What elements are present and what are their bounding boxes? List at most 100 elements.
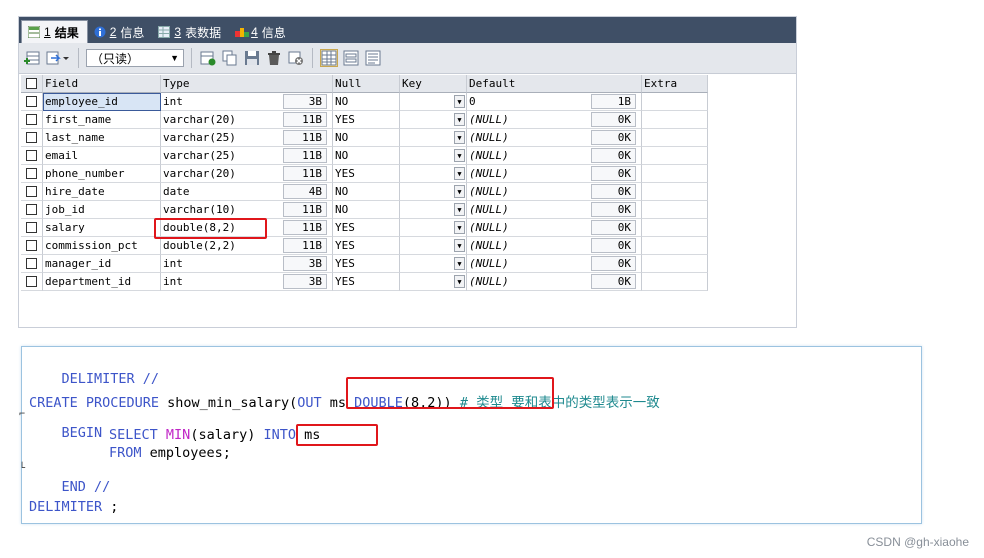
key-dropdown-icon[interactable]: ▼ — [454, 257, 465, 270]
cell-field[interactable]: hire_date — [43, 183, 161, 201]
export-menu-icon[interactable] — [45, 49, 71, 67]
add-row-icon[interactable] — [23, 49, 41, 67]
cell-type[interactable]: varchar(20) 11B — [161, 111, 333, 129]
cell-default[interactable]: ▼(NULL)0K — [467, 129, 642, 147]
cell-field[interactable]: last_name — [43, 129, 161, 147]
tab-table-data[interactable]: 3 表数据 — [152, 21, 229, 43]
cell-type[interactable]: int 3B — [161, 273, 333, 291]
cell-extra[interactable] — [642, 237, 708, 255]
cell-extra[interactable] — [642, 165, 708, 183]
tab-results[interactable]: 1 结果 — [21, 20, 88, 43]
cell-key[interactable]: ▼ — [400, 219, 467, 237]
cell-default[interactable]: ▼(NULL)0K — [467, 111, 642, 129]
cell-field[interactable]: commission_pct — [43, 237, 161, 255]
column-header-key[interactable]: Key — [400, 75, 467, 93]
cell-type[interactable]: double(2,2) 11B — [161, 237, 333, 255]
cell-field[interactable]: department_id — [43, 273, 161, 291]
cell-type[interactable]: varchar(25) 11B — [161, 129, 333, 147]
cell-null[interactable]: NO — [333, 201, 400, 219]
insert-row-icon[interactable] — [199, 49, 217, 67]
table-row[interactable]: manager_idint3BYES ▼▼(NULL)0K — [21, 255, 708, 273]
row-checkbox[interactable] — [21, 255, 43, 273]
cell-null[interactable]: NO — [333, 147, 400, 165]
key-dropdown-icon[interactable]: ▼ — [454, 113, 465, 126]
cell-null[interactable]: YES — [333, 219, 400, 237]
cell-default[interactable]: ▼(NULL)0K — [467, 219, 642, 237]
cell-type[interactable]: int 3B — [161, 93, 333, 111]
cell-field[interactable]: manager_id — [43, 255, 161, 273]
key-dropdown-icon[interactable]: ▼ — [454, 221, 465, 234]
cell-key[interactable]: ▼ — [400, 129, 467, 147]
table-row[interactable]: commission_pctdouble(2,2)11BYES ▼▼(NULL)0… — [21, 237, 708, 255]
cell-null[interactable]: NO — [333, 129, 400, 147]
row-checkbox[interactable] — [21, 165, 43, 183]
cell-field[interactable]: employee_id — [43, 93, 161, 111]
cell-null[interactable]: YES — [333, 237, 400, 255]
row-checkbox[interactable] — [21, 273, 43, 291]
key-dropdown-icon[interactable]: ▼ — [454, 239, 465, 252]
cell-type[interactable]: int 3B — [161, 255, 333, 273]
cell-null[interactable]: YES — [333, 255, 400, 273]
column-header-type[interactable]: Type — [161, 75, 333, 93]
cell-default[interactable]: ▼01B — [467, 93, 642, 111]
cell-default[interactable]: ▼(NULL)0K — [467, 255, 642, 273]
cell-type[interactable]: varchar(20) 11B — [161, 165, 333, 183]
row-checkbox[interactable] — [21, 219, 43, 237]
save-icon[interactable] — [243, 49, 261, 67]
cell-field[interactable]: salary — [43, 219, 161, 237]
key-dropdown-icon[interactable]: ▼ — [454, 131, 465, 144]
cell-null[interactable]: NO — [333, 183, 400, 201]
key-dropdown-icon[interactable]: ▼ — [454, 167, 465, 180]
table-row[interactable]: department_idint3BYES▼▼(NULL)0K — [21, 273, 708, 291]
text-view-icon[interactable] — [364, 49, 382, 67]
cell-field[interactable]: email — [43, 147, 161, 165]
cell-null[interactable]: YES — [333, 273, 400, 291]
grid-view-icon[interactable] — [320, 49, 338, 67]
form-view-icon[interactable] — [342, 49, 360, 67]
cell-default[interactable]: ▼(NULL)0K — [467, 237, 642, 255]
cell-default[interactable]: ▼(NULL)0K — [467, 165, 642, 183]
cell-extra[interactable] — [642, 129, 708, 147]
cell-extra[interactable] — [642, 255, 708, 273]
cell-field[interactable]: job_id — [43, 201, 161, 219]
table-row[interactable]: phone_numbervarchar(20)11BYES ▼▼(NULL)0K — [21, 165, 708, 183]
key-dropdown-icon[interactable]: ▼ — [454, 185, 465, 198]
cell-extra[interactable] — [642, 111, 708, 129]
cell-key[interactable]: ▼ — [400, 183, 467, 201]
row-checkbox[interactable] — [21, 93, 43, 111]
key-dropdown-icon[interactable]: ▼ — [454, 275, 465, 288]
cell-null[interactable]: NO — [333, 93, 400, 111]
column-header-field[interactable]: Field — [43, 75, 161, 93]
cell-extra[interactable] — [642, 147, 708, 165]
cell-type[interactable]: varchar(25) 11B — [161, 147, 333, 165]
row-checkbox[interactable] — [21, 237, 43, 255]
column-header-null[interactable]: Null — [333, 75, 400, 93]
duplicate-row-icon[interactable] — [221, 49, 239, 67]
key-dropdown-icon[interactable]: ▼ — [454, 95, 465, 108]
column-header-default[interactable]: Default — [467, 75, 642, 93]
delete-icon[interactable] — [265, 49, 283, 67]
cell-default[interactable]: ▼(NULL)0K — [467, 183, 642, 201]
tab-messages[interactable]: 2 信息 — [88, 21, 153, 43]
table-row[interactable]: last_namevarchar(25)11BNO ▼▼(NULL)0K — [21, 129, 708, 147]
cell-default[interactable]: ▼(NULL)0K — [467, 147, 642, 165]
cell-key[interactable]: ▼ — [400, 93, 467, 111]
row-checkbox[interactable] — [21, 201, 43, 219]
row-checkbox[interactable] — [21, 111, 43, 129]
cell-key[interactable]: ▼ — [400, 165, 467, 183]
cell-type[interactable]: date 4B — [161, 183, 333, 201]
cell-key[interactable]: ▼ — [400, 273, 467, 291]
cell-field[interactable]: first_name — [43, 111, 161, 129]
cell-extra[interactable] — [642, 93, 708, 111]
cell-field[interactable]: phone_number — [43, 165, 161, 183]
row-checkbox[interactable] — [21, 147, 43, 165]
cell-key[interactable]: ▼ — [400, 147, 467, 165]
tab-info[interactable]: 4 信息 — [229, 21, 294, 43]
table-row[interactable]: job_idvarchar(10)11BNO▼▼(NULL)0K — [21, 201, 708, 219]
cell-default[interactable]: ▼(NULL)0K — [467, 201, 642, 219]
cell-null[interactable]: YES — [333, 165, 400, 183]
cell-key[interactable]: ▼ — [400, 201, 467, 219]
cell-null[interactable]: YES — [333, 111, 400, 129]
select-all-checkbox[interactable] — [21, 75, 43, 93]
cell-key[interactable]: ▼ — [400, 255, 467, 273]
